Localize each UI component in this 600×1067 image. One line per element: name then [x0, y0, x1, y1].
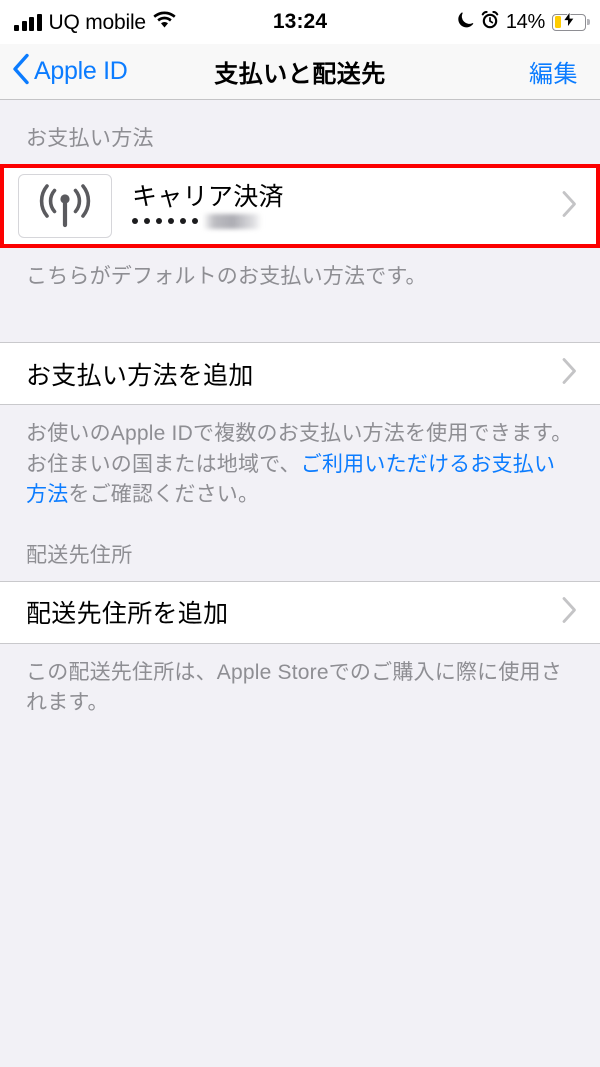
cellular-signal-icon: [14, 13, 42, 31]
antenna-broadcast-icon: [18, 174, 112, 238]
add-shipping-address-row[interactable]: 配送先住所を追加: [0, 580, 600, 644]
wifi-icon: [153, 11, 176, 33]
payment-default-footer: こちらがデフォルトのお支払い方法です。: [26, 265, 427, 288]
battery-percent-label: 14%: [505, 10, 545, 33]
chevron-right-icon: [561, 357, 578, 390]
edit-button[interactable]: 編集: [529, 54, 600, 89]
payment-method-texts: キャリア決済: [132, 183, 284, 230]
masked-digits-dots: [132, 218, 198, 225]
payment-section-header: お支払い方法: [26, 127, 154, 150]
navigation-bar: Apple ID 支払いと配送先 編集: [0, 44, 600, 100]
moon-icon: [457, 11, 474, 34]
chevron-right-icon: [561, 596, 578, 629]
footer-part-2: をご確認ください。: [68, 483, 260, 507]
chevron-left-icon: [12, 53, 30, 90]
payment-method-masked-number: [132, 213, 284, 229]
payment-method-title: キャリア決済: [132, 182, 284, 211]
status-bar: UQ mobile 13:24 14%: [0, 0, 600, 44]
add-shipping-address-label: 配送先住所を追加: [26, 600, 229, 629]
payment-methods-footer: お使いのApple IDで複数のお支払い方法を使用できます。お住まいの国または地…: [0, 405, 600, 530]
settings-content: お支払い方法 キャリア決済 こちらがデフォルトのお支払い方法です。 お支払い方法…: [0, 100, 600, 739]
add-payment-method-row[interactable]: お支払い方法を追加: [0, 342, 600, 406]
status-bar-left: UQ mobile: [14, 11, 176, 33]
status-bar-right: 14%: [457, 10, 586, 34]
shipping-address-footer: この配送先住所は、Apple Storeでのご購入に際に使用されます。: [26, 660, 562, 715]
shipping-section-header: 配送先住所: [26, 543, 133, 567]
add-payment-method-label: お支払い方法を追加: [26, 361, 254, 390]
carrier-name: UQ mobile: [48, 10, 147, 34]
redacted-number-blur: [204, 213, 262, 229]
alarm-clock-icon: [481, 10, 499, 34]
chevron-right-icon: [561, 190, 578, 223]
back-button-label: Apple ID: [34, 57, 128, 85]
payment-method-row[interactable]: キャリア決済: [0, 164, 600, 248]
battery-charging-icon: [552, 11, 586, 31]
back-button[interactable]: Apple ID: [0, 53, 128, 90]
